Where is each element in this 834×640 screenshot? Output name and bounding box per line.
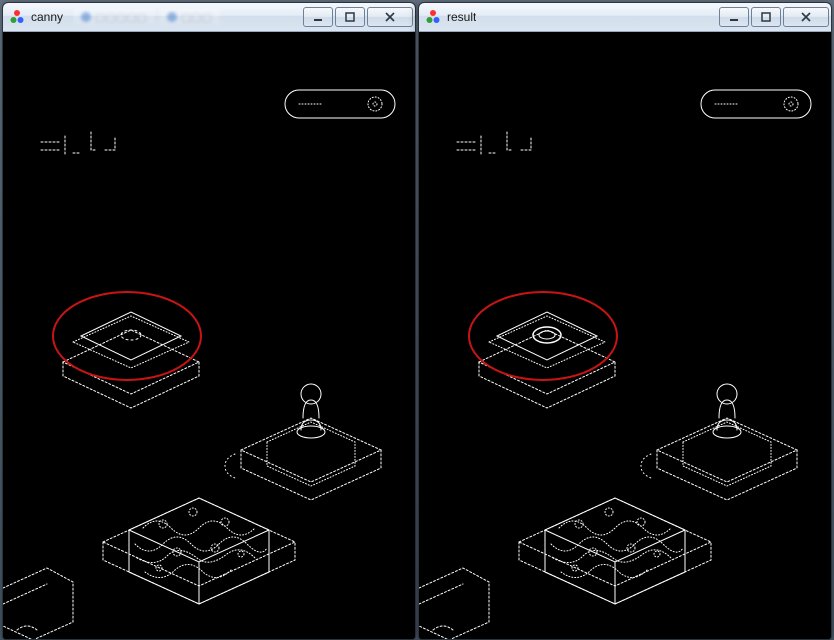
image-viewport-result [419, 32, 831, 640]
window-canny: canny ▢▢▢▢▢ ▢▢▢ [2, 2, 416, 640]
bg-tab: ▢▢▢▢▢ [73, 8, 155, 26]
window-title: canny [31, 10, 63, 24]
minimize-button[interactable] [719, 7, 749, 27]
window-result: result [418, 2, 832, 640]
opencv-icon [425, 9, 441, 25]
minimize-button[interactable] [303, 7, 333, 27]
titlebar[interactable]: result [419, 3, 831, 32]
window-controls [719, 7, 829, 27]
window-title: result [447, 10, 476, 24]
image-viewport-canny [3, 32, 415, 640]
maximize-button[interactable] [751, 7, 781, 27]
opencv-icon [9, 9, 25, 25]
maximize-button[interactable] [335, 7, 365, 27]
close-button[interactable] [367, 7, 413, 27]
titlebar[interactable]: canny ▢▢▢▢▢ ▢▢▢ [3, 3, 415, 32]
desktop: canny ▢▢▢▢▢ ▢▢▢ [0, 0, 834, 640]
window-controls [303, 7, 413, 27]
background-tabs: ▢▢▢▢▢ ▢▢▢ [73, 8, 297, 26]
bg-tab: ▢▢▢ [159, 8, 220, 26]
close-button[interactable] [783, 7, 829, 27]
